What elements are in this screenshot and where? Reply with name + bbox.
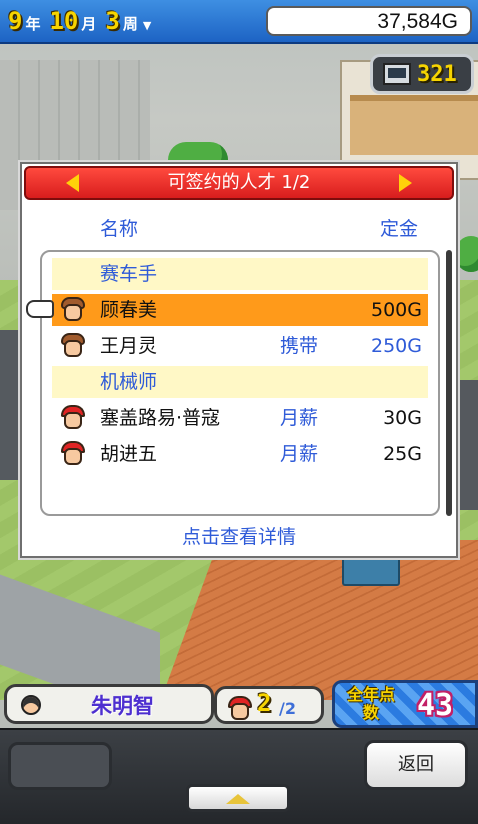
column-header-name: 名称 xyxy=(100,218,139,240)
talent-name: 塞盖路易·普寇 xyxy=(100,407,221,429)
talent-row[interactable]: 胡进五 月薪 25G xyxy=(52,438,428,470)
category-label: 赛车手 xyxy=(100,263,158,285)
month-number: 10 xyxy=(49,7,79,35)
annual-points-label: 全年点数 xyxy=(346,685,395,722)
talent-fee: 250G xyxy=(371,335,422,357)
talent-terms: 携带 xyxy=(280,335,319,357)
empty-button-slot xyxy=(8,742,112,790)
talent-name: 顾春美 xyxy=(100,299,158,321)
bottom-control-panel: 返回 xyxy=(0,728,478,824)
annual-points-value: 43 xyxy=(417,688,454,723)
wooden-fence xyxy=(350,95,478,155)
player-avatar-icon xyxy=(21,695,41,715)
back-button[interactable]: 返回 xyxy=(364,740,468,790)
available-talent-dialog: 可签约的人才 1/2 名称 定金 赛车手 顾春美 500G 王月灵 携带 250… xyxy=(20,162,458,558)
dialog-header: 可签约的人才 1/2 xyxy=(24,166,454,200)
list-scrollbar[interactable] xyxy=(446,250,452,516)
research-points-value: 321 xyxy=(417,61,457,87)
year-unit: 年 xyxy=(25,15,41,33)
bottom-status-bar: 朱明智 2 /2 全年点数 43 xyxy=(0,680,478,728)
player-card[interactable]: 朱明智 xyxy=(4,684,214,724)
team-count-card[interactable]: 2 /2 xyxy=(214,686,324,724)
computer-icon xyxy=(383,63,411,85)
player-name: 朱明智 xyxy=(91,694,154,718)
mechanic-avatar-icon xyxy=(58,440,86,468)
category-row-mechanics: 机械师 xyxy=(52,366,428,398)
garage-right xyxy=(455,380,478,510)
money-display: 37,584G xyxy=(266,6,472,36)
talent-fee: 30G xyxy=(383,407,422,429)
talent-terms: 月薪 xyxy=(280,443,319,465)
talent-list: 赛车手 顾春美 500G 王月灵 携带 250G 机械师 塞盖路易·普寇 月薪 … xyxy=(26,250,440,516)
top-status-bar: 9 年 10 月 3 周 ▼ 37,584G xyxy=(0,0,478,44)
talent-row[interactable]: 王月灵 携带 250G xyxy=(52,330,428,362)
talent-fee: 25G xyxy=(383,443,422,465)
talent-row[interactable]: 塞盖路易·普寇 月薪 30G xyxy=(52,402,428,434)
female-driver-avatar-icon xyxy=(58,332,86,360)
details-hint: 点击查看详情 xyxy=(181,526,296,548)
week-number: 3 xyxy=(105,7,120,35)
bush xyxy=(456,236,478,272)
month-unit: 月 xyxy=(81,15,97,33)
chevron-down-icon: ▼ xyxy=(142,19,152,32)
category-row-drivers: 赛车手 xyxy=(52,258,428,290)
next-page-arrow-icon[interactable] xyxy=(399,174,412,192)
team-count-value: 2 xyxy=(257,689,272,717)
week-unit: 周 xyxy=(122,15,138,33)
team-count-max: /2 xyxy=(279,699,296,718)
dialog-title: 可签约的人才 1/2 xyxy=(167,172,311,193)
mechanic-avatar-icon xyxy=(58,404,86,432)
driver-helmet-icon xyxy=(225,695,252,720)
talent-fee: 500G xyxy=(371,299,422,321)
calendar-date[interactable]: 9 年 10 月 3 周 ▼ xyxy=(8,7,151,37)
year-number: 9 xyxy=(8,7,23,35)
annual-points-badge: 全年点数 43 xyxy=(332,680,478,728)
expand-menu-button[interactable] xyxy=(186,784,290,812)
talent-terms: 月薪 xyxy=(280,407,319,429)
talent-row[interactable]: 顾春美 500G xyxy=(26,294,428,326)
research-points-box[interactable]: 321 xyxy=(370,54,474,94)
bench xyxy=(342,556,400,586)
talent-name: 胡进五 xyxy=(100,443,158,465)
pointing-hand-cursor-icon xyxy=(26,300,54,318)
female-driver-avatar-icon xyxy=(58,296,86,324)
prev-page-arrow-icon[interactable] xyxy=(66,174,79,192)
talent-name: 王月灵 xyxy=(100,335,158,357)
column-header-fee: 定金 xyxy=(379,218,418,240)
category-label: 机械师 xyxy=(100,371,158,393)
